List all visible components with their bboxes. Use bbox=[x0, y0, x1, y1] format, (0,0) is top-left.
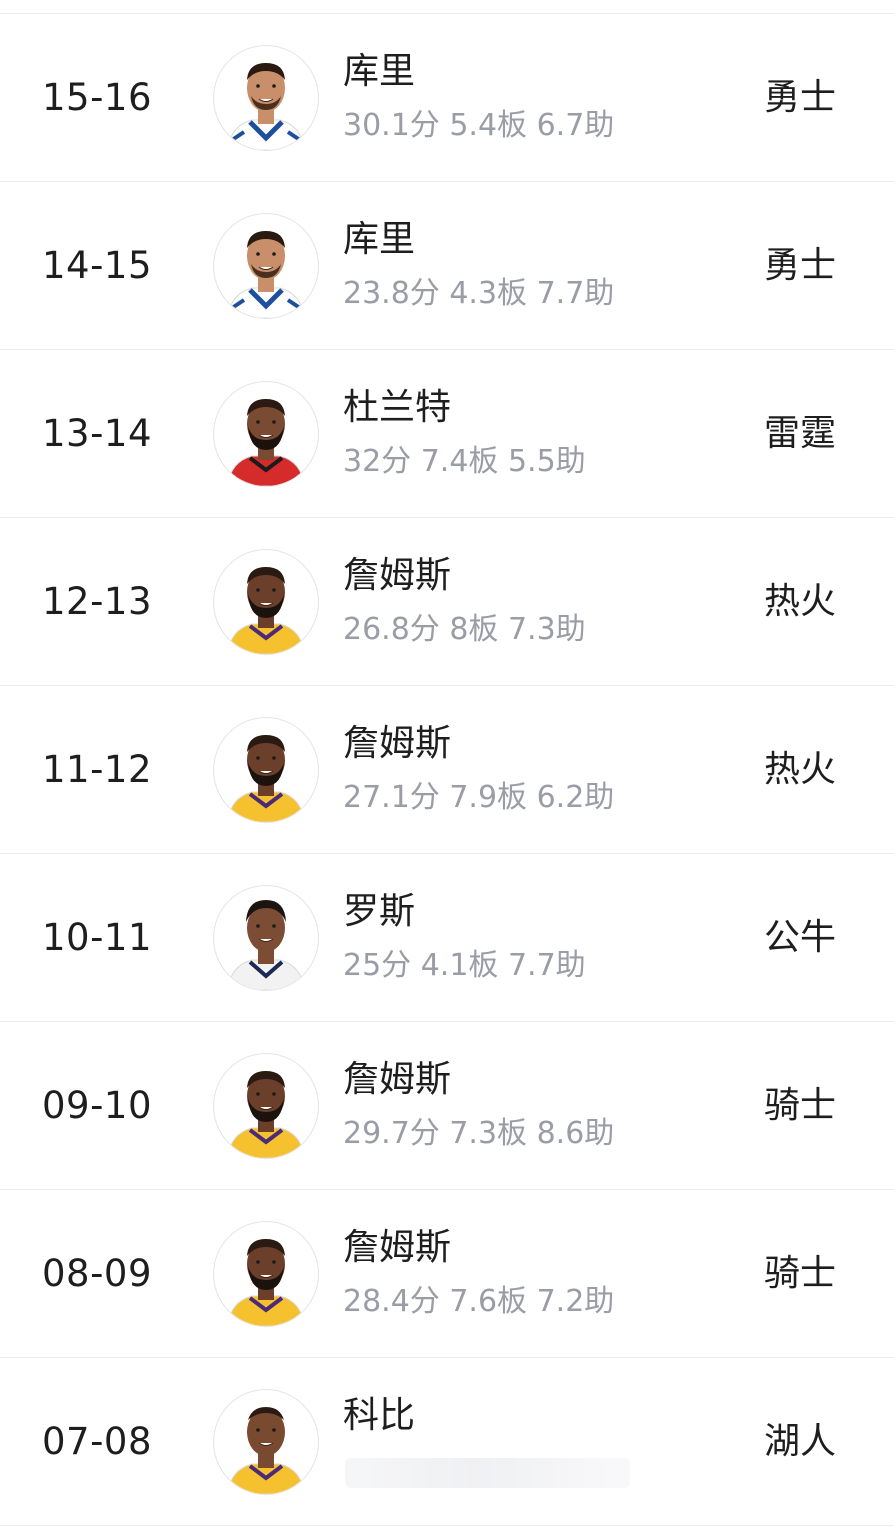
season-label: 15-16 bbox=[41, 76, 152, 119]
team-name: 骑士 bbox=[763, 1253, 836, 1294]
team-name: 热火 bbox=[763, 749, 836, 790]
player-avatar[interactable] bbox=[213, 381, 319, 487]
list-item[interactable]: 08-09 詹姆斯 28.4分 7.6板 7.2助 骑士 bbox=[0, 1190, 894, 1358]
player-stats: 30.1分 5.4板 6.7助 bbox=[343, 108, 615, 143]
season-label: 11-12 bbox=[41, 748, 152, 791]
team-name: 勇士 bbox=[763, 77, 836, 118]
list-item[interactable]: 15-16 库里 30.1分 5.4板 6.7助 勇士 bbox=[0, 14, 894, 182]
player-name[interactable]: 科比 bbox=[343, 1394, 415, 1438]
season-label: 09-10 bbox=[41, 1084, 152, 1127]
season-label: 12-13 bbox=[41, 580, 152, 623]
player-avatar[interactable] bbox=[213, 45, 319, 151]
player-headshot-image bbox=[227, 567, 305, 654]
player-avatar[interactable] bbox=[213, 1389, 319, 1495]
player-avatar[interactable] bbox=[213, 717, 319, 823]
list-item[interactable]: 14-15 库里 23.8分 4.3板 7.7助 勇士 bbox=[0, 182, 894, 350]
team-name: 勇士 bbox=[763, 245, 836, 286]
player-headshot-image bbox=[227, 63, 305, 150]
player-headshot-image bbox=[227, 1239, 305, 1326]
player-avatar[interactable] bbox=[213, 549, 319, 655]
player-headshot-image bbox=[227, 1071, 305, 1158]
player-name[interactable]: 詹姆斯 bbox=[343, 554, 451, 598]
player-name[interactable]: 詹姆斯 bbox=[343, 1226, 451, 1270]
mvp-list: 15-16 库里 30.1分 5.4板 6.7助 勇士 14-15 库里 23.… bbox=[0, 13, 894, 1526]
player-headshot-image bbox=[227, 231, 305, 318]
player-stats: 29.7分 7.3板 8.6助 bbox=[343, 1116, 615, 1151]
player-avatar[interactable] bbox=[213, 885, 319, 991]
season-label: 10-11 bbox=[41, 916, 152, 959]
season-label: 07-08 bbox=[41, 1420, 152, 1463]
player-name[interactable]: 罗斯 bbox=[343, 890, 415, 934]
player-name[interactable]: 杜兰特 bbox=[343, 386, 451, 430]
list-item[interactable]: 13-14 杜兰特 32分 7.4板 5.5助 雷霆 bbox=[0, 350, 894, 518]
blurred-stats-placeholder bbox=[345, 1458, 630, 1488]
list-item[interactable]: 11-12 詹姆斯 27.1分 7.9板 6.2助 热火 bbox=[0, 686, 894, 854]
player-stats: 27.1分 7.9板 6.2助 bbox=[343, 780, 615, 815]
player-stats: 26.8分 8板 7.3助 bbox=[343, 612, 586, 647]
season-label: 08-09 bbox=[41, 1252, 152, 1295]
player-name[interactable]: 库里 bbox=[343, 50, 415, 94]
player-headshot-image bbox=[227, 900, 305, 990]
player-stats: 23.8分 4.3板 7.7助 bbox=[343, 276, 615, 311]
player-headshot-image bbox=[227, 399, 305, 486]
player-stats: 28.4分 7.6板 7.2助 bbox=[343, 1284, 615, 1319]
team-name: 公牛 bbox=[763, 917, 836, 958]
player-avatar[interactable] bbox=[213, 213, 319, 319]
team-name: 湖人 bbox=[763, 1421, 836, 1462]
player-headshot-image bbox=[227, 1407, 305, 1494]
player-name[interactable]: 詹姆斯 bbox=[343, 1058, 451, 1102]
season-label: 14-15 bbox=[41, 244, 152, 287]
player-name[interactable]: 库里 bbox=[343, 218, 415, 262]
player-avatar[interactable] bbox=[213, 1221, 319, 1327]
list-item[interactable]: 10-11 罗斯 25分 4.1板 7.7助 公牛 bbox=[0, 854, 894, 1022]
list-item[interactable]: 07-08 科比 湖人 bbox=[0, 1358, 894, 1526]
list-item[interactable]: 12-13 詹姆斯 26.8分 8板 7.3助 热火 bbox=[0, 518, 894, 686]
season-label: 13-14 bbox=[41, 412, 152, 455]
player-headshot-image bbox=[227, 735, 305, 822]
player-avatar[interactable] bbox=[213, 1053, 319, 1159]
team-name: 骑士 bbox=[763, 1085, 836, 1126]
player-name[interactable]: 詹姆斯 bbox=[343, 722, 451, 766]
team-name: 雷霆 bbox=[763, 413, 836, 454]
list-item[interactable]: 09-10 詹姆斯 29.7分 7.3板 8.6助 骑士 bbox=[0, 1022, 894, 1190]
team-name: 热火 bbox=[763, 581, 836, 622]
player-stats: 25分 4.1板 7.7助 bbox=[343, 948, 586, 983]
player-stats: 32分 7.4板 5.5助 bbox=[343, 444, 586, 479]
